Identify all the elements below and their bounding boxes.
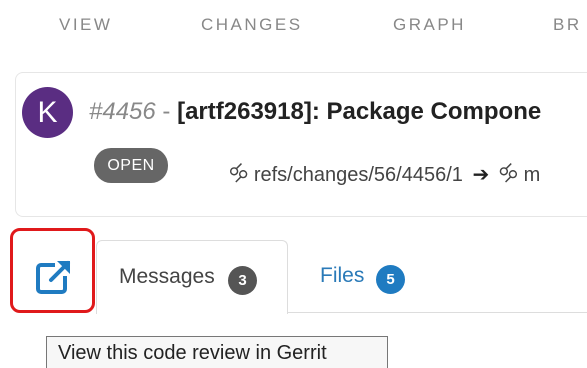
gerrit-tooltip: View this code review in Gerrit — [46, 336, 388, 368]
arrow-right-icon: ➔ — [472, 164, 490, 186]
tab-files-label: Files — [320, 264, 365, 287]
change-refs: 🝰 refs/changes/56/4456/1 ➔ 🝰 m — [229, 152, 540, 193]
messages-count-badge: 3 — [228, 266, 257, 295]
nav-view[interactable]: VIEW — [59, 15, 112, 35]
source-ref: refs/changes/56/4456/1 — [253, 164, 463, 186]
tab-messages-label: Messages — [119, 265, 215, 288]
target-ref: m — [523, 164, 541, 186]
branch-icon-target: 🝰 — [498, 164, 519, 186]
change-title-separator: - — [155, 98, 178, 125]
change-title: #4456 - [artf263918]: Package Compone — [89, 97, 541, 127]
change-card: K #4456 - [artf263918]: Package Compone … — [15, 72, 587, 217]
change-subject: [artf263918]: Package Compone — [177, 98, 542, 125]
external-link-icon — [36, 260, 71, 294]
app-root: VIEW CHANGES GRAPH BR K #4456 - [artf263… — [0, 0, 587, 368]
tab-files[interactable]: Files 5 — [300, 240, 440, 312]
avatar: K — [22, 87, 73, 138]
tab-bar-divider — [287, 312, 587, 313]
tab-messages[interactable]: Messages 3 — [96, 240, 288, 314]
open-in-gerrit-button[interactable] — [10, 228, 95, 313]
files-count-badge: 5 — [376, 265, 405, 294]
branch-icon: 🝰 — [229, 164, 249, 186]
change-number[interactable]: #4456 — [89, 98, 156, 125]
nav-changes[interactable]: CHANGES — [201, 15, 303, 35]
nav-graph[interactable]: GRAPH — [393, 15, 466, 35]
status-badge: OPEN — [94, 148, 168, 183]
top-nav: VIEW CHANGES GRAPH BR — [0, 0, 587, 50]
nav-branches[interactable]: BR — [553, 15, 582, 35]
